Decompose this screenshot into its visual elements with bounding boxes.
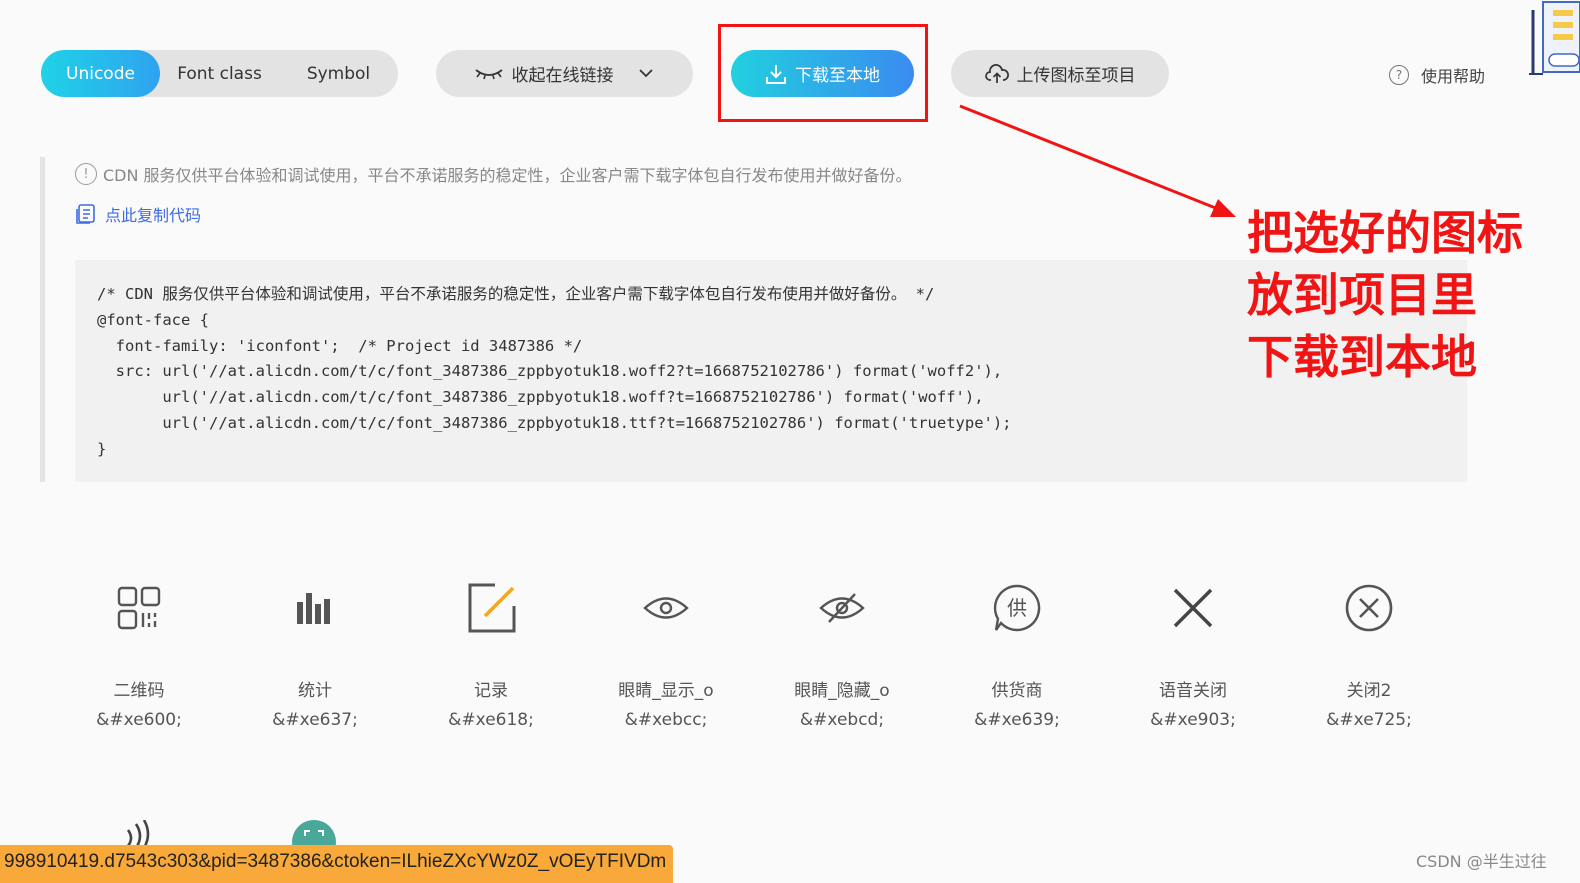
info-icon: ! (75, 163, 97, 185)
qrcode-icon (117, 586, 161, 630)
icon-card[interactable]: 眼睛_隐藏_o &#xebcd; (754, 578, 930, 730)
icon-name: 眼睛_显示_o (618, 681, 714, 701)
help-label: 使用帮助 (1421, 67, 1486, 86)
voice-close-icon (1173, 588, 1213, 628)
closed-eye-icon (474, 68, 503, 79)
icon-name: 供货商 (991, 681, 1043, 701)
tab-unicode[interactable]: Unicode (41, 50, 160, 97)
icon-code: &#xe600; (96, 710, 182, 730)
icon-card[interactable]: 记录 &#xe618; (403, 578, 579, 730)
watermark: CSDN @半生过往 (1416, 852, 1547, 871)
icon-card[interactable]: 眼睛_显示_o &#xebcc; (578, 578, 754, 730)
tab-symbol[interactable]: Symbol (279, 50, 398, 97)
icon-name: 眼睛_隐藏_o (794, 681, 890, 701)
annotation-line-2: 放到项目里 (1247, 268, 1477, 322)
supplier-icon: 供 (993, 584, 1041, 632)
help-link[interactable]: ? 使用帮助 (1389, 63, 1485, 87)
eye-show-icon (643, 597, 689, 619)
icon-code: &#xe639; (974, 710, 1060, 730)
display-mode-tabs: Unicode Font class Symbol (41, 50, 398, 97)
font-face-code: /* CDN 服务仅供平台体验和调试使用，平台不承诺服务的稳定性，企业客户需下载… (97, 285, 1012, 458)
collapse-online-link-button[interactable]: 收起在线链接 (436, 50, 693, 97)
icon-card[interactable]: 关闭2 &#xe725; (1281, 578, 1457, 730)
icon-card[interactable]: 语音关闭 &#xe903; (1105, 578, 1281, 730)
icon-name: 统计 (298, 681, 332, 701)
cdn-notice: ! CDN 服务仅供平台体验和调试使用，平台不承诺服务的稳定性，企业客户需下载字… (75, 162, 912, 186)
chevron-down-icon (638, 68, 653, 77)
collapse-label: 收起在线链接 (511, 66, 614, 86)
wifi-signal-icon (126, 820, 150, 848)
icon-code: &#xe903; (1150, 710, 1236, 730)
icon-name: 二维码 (113, 681, 165, 701)
annotation-line-1: 把选好的图标 (1247, 206, 1523, 260)
icon-code: &#xe725; (1326, 710, 1412, 730)
icon-card[interactable]: 统计 &#xe637; (227, 578, 403, 730)
icon-code: &#xebcd; (799, 710, 885, 730)
copy-icon (76, 204, 95, 224)
icon-card[interactable]: 供 供货商 &#xe639; (929, 578, 1105, 730)
corner-illustration-icon (1529, 1, 1580, 75)
svg-text:供: 供 (1007, 596, 1027, 620)
scan-icon (292, 820, 336, 848)
upload-to-project-button[interactable]: 上传图标至项目 (951, 50, 1169, 97)
question-icon: ? (1389, 65, 1409, 85)
icon-code: &#xe637; (272, 710, 358, 730)
copy-code-link[interactable]: 点此复制代码 (75, 202, 201, 226)
cloud-upload-icon (984, 63, 1009, 83)
icon-code: &#xe618; (448, 710, 534, 730)
copy-label: 点此复制代码 (105, 206, 202, 225)
tab-font-class[interactable]: Font class (160, 50, 279, 97)
annotation-line-3: 下载到本地 (1247, 330, 1477, 384)
eye-hide-icon (819, 593, 865, 623)
stats-icon (297, 593, 330, 624)
icon-name: 语音关闭 (1159, 681, 1227, 701)
annotation-text: 把选好的图标 放到项目里 下载到本地 (1247, 202, 1523, 388)
record-icon (468, 583, 516, 633)
icon-code: &#xebcc; (624, 710, 708, 730)
notice-border (40, 157, 45, 482)
highlight-box (718, 24, 928, 122)
close-circle-icon (1345, 584, 1393, 632)
icon-name: 关闭2 (1346, 681, 1392, 701)
icon-card[interactable]: 二维码 &#xe600; (51, 578, 227, 730)
upload-label: 上传图标至项目 (1016, 66, 1136, 86)
icon-name: 记录 (474, 681, 508, 701)
notice-text: CDN 服务仅供平台体验和调试使用，平台不承诺服务的稳定性，企业客户需下载字体包… (103, 166, 912, 185)
status-url-bar: 998910419.d7543c303&pid=3487386&ctoken=I… (0, 845, 673, 883)
